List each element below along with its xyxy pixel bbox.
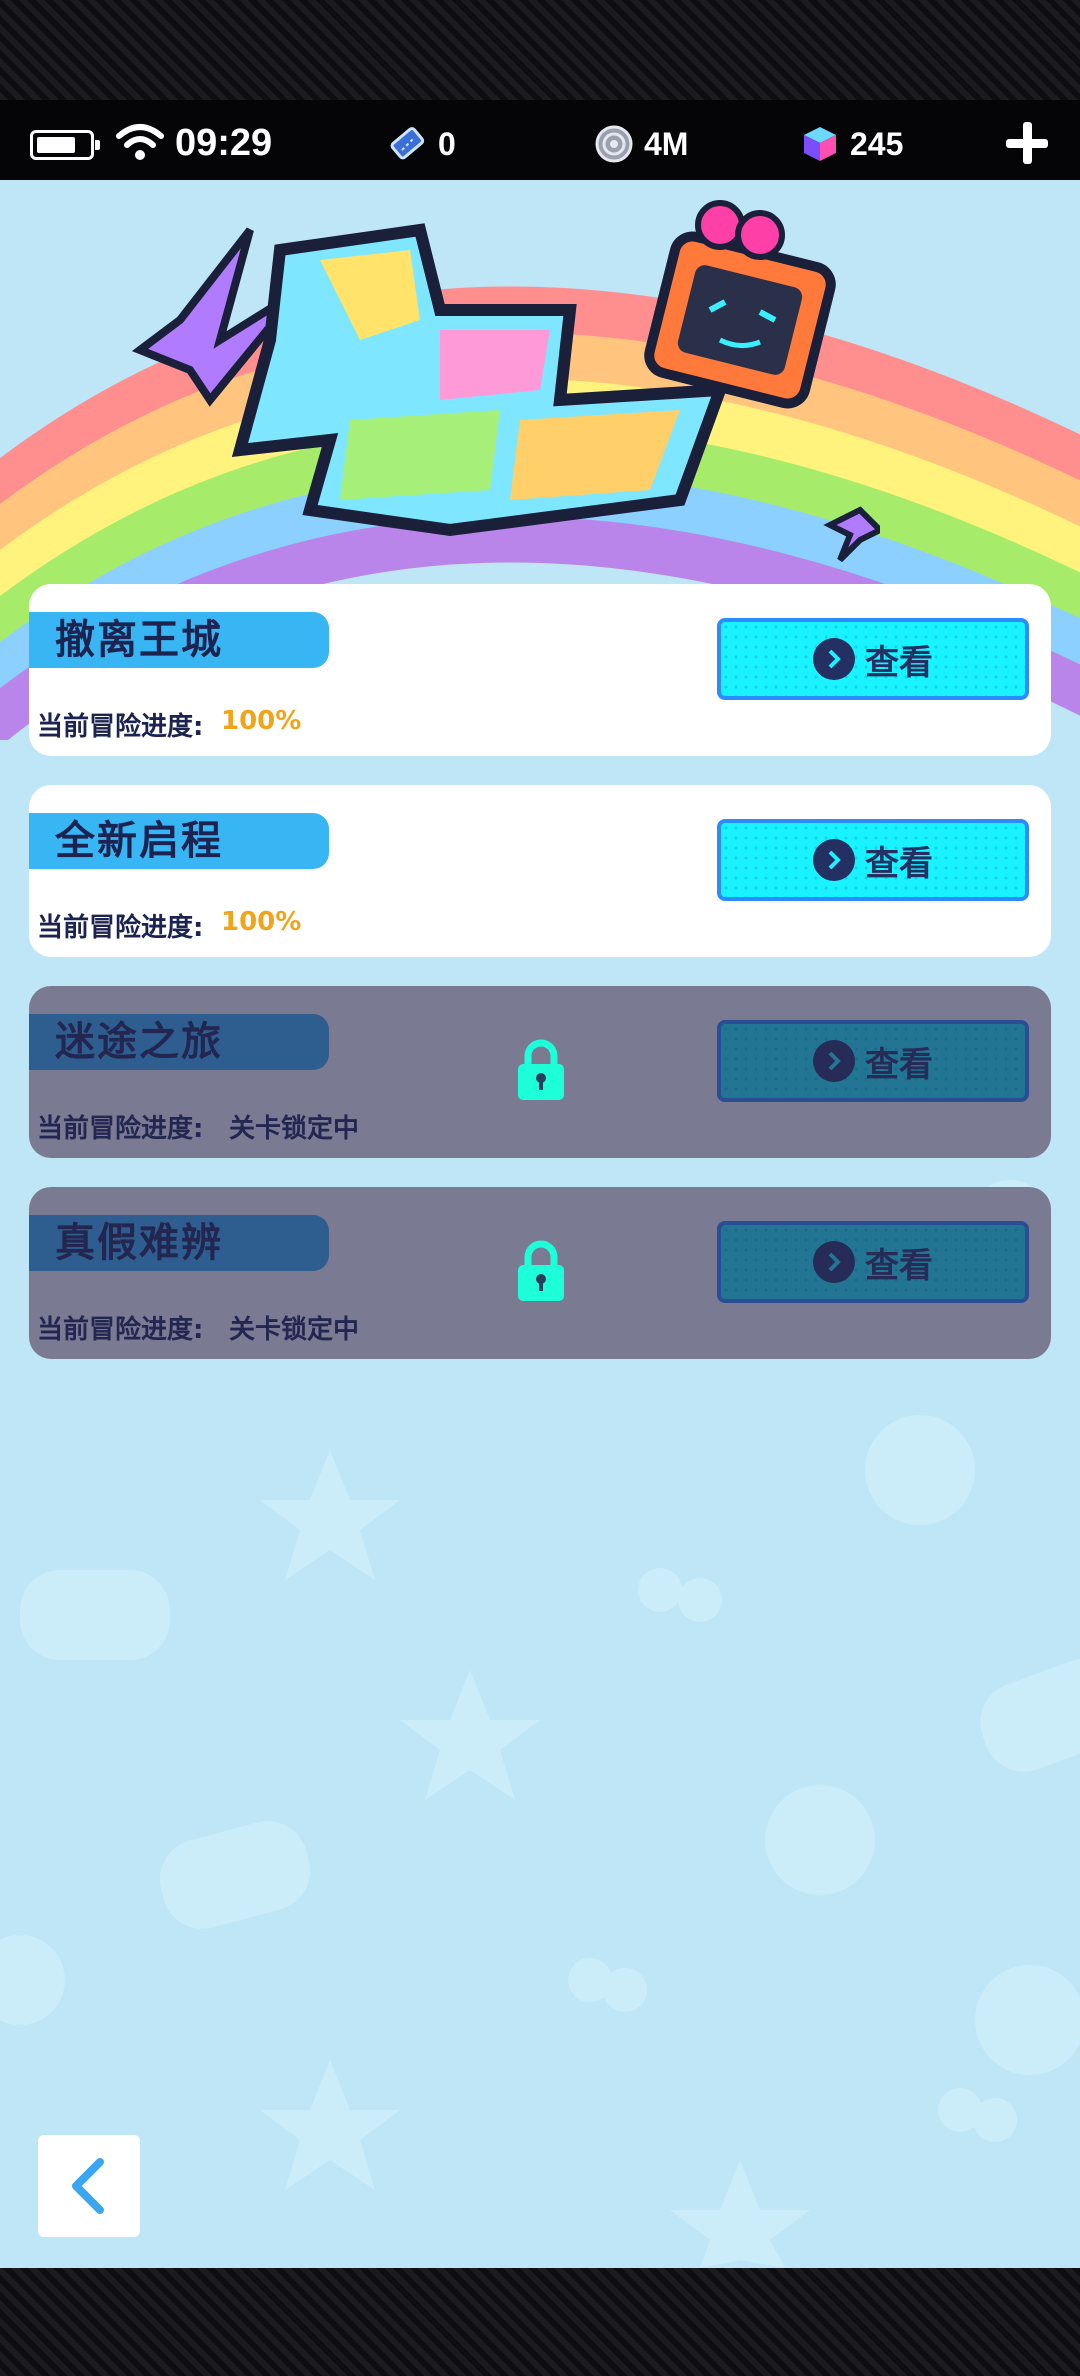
progress-value: 关卡锁定中 bbox=[229, 1315, 360, 1345]
chevron-right-icon bbox=[813, 1040, 855, 1082]
level-title: 全新启程 bbox=[55, 818, 223, 864]
level-card-locked: 迷途之旅 当前冒险进度: 关卡锁定中 查看 bbox=[29, 986, 1051, 1158]
gem-cube-icon bbox=[804, 127, 836, 161]
coin-count: 4M bbox=[644, 125, 689, 162]
ticket-counter[interactable]: 0 bbox=[388, 122, 456, 166]
progress-label: 当前冒险进度: bbox=[37, 1114, 204, 1144]
level-card-locked: 真假难辨 当前冒险进度: 关卡锁定中 查看 bbox=[29, 1187, 1051, 1359]
top-frame bbox=[0, 0, 1080, 100]
clock-time: 09:29 bbox=[175, 122, 273, 164]
view-button-label: 查看 bbox=[865, 1245, 933, 1286]
view-button[interactable]: 查看 bbox=[717, 618, 1029, 700]
ticket-count: 0 bbox=[438, 125, 456, 162]
progress-value: 100% bbox=[221, 706, 302, 736]
level-title: 撤离王城 bbox=[55, 617, 223, 663]
progress-label: 当前冒险进度: bbox=[37, 712, 204, 742]
view-button-label: 查看 bbox=[865, 642, 933, 683]
gem-counter[interactable]: 245 bbox=[800, 122, 903, 166]
battery-icon bbox=[30, 130, 100, 160]
status-bar: 09:29 0 4M 245 bbox=[0, 100, 1080, 180]
lock-icon bbox=[518, 1039, 564, 1100]
progress-label: 当前冒险进度: bbox=[37, 1315, 204, 1345]
ticket-icon bbox=[390, 127, 425, 160]
bottom-frame bbox=[0, 2268, 1080, 2376]
level-title: 真假难辨 bbox=[55, 1220, 223, 1266]
progress-value: 关卡锁定中 bbox=[229, 1114, 360, 1144]
adventure-screen: 撤离王城 当前冒险进度: 100% 查看 全新启程 当前冒险进度: 100% 查… bbox=[0, 180, 1080, 2268]
view-button[interactable]: 查看 bbox=[717, 1020, 1029, 1102]
view-button[interactable]: 查看 bbox=[717, 1221, 1029, 1303]
progress-label: 当前冒险进度: bbox=[37, 913, 204, 943]
coin-icon bbox=[595, 125, 633, 163]
progress-value: 100% bbox=[221, 907, 302, 937]
coin-counter[interactable]: 4M bbox=[594, 122, 688, 166]
chevron-left-icon bbox=[72, 2158, 104, 2214]
gem-count: 245 bbox=[850, 125, 904, 162]
view-button[interactable]: 查看 bbox=[717, 819, 1029, 901]
view-button-label: 查看 bbox=[865, 1044, 933, 1085]
level-title: 迷途之旅 bbox=[55, 1019, 223, 1065]
game-logo bbox=[131, 200, 880, 563]
level-card: 撤离王城 当前冒险进度: 100% 查看 bbox=[29, 584, 1051, 756]
chevron-right-icon bbox=[813, 638, 855, 680]
add-currency-button[interactable] bbox=[1004, 120, 1050, 166]
wifi-icon bbox=[116, 124, 164, 160]
view-button-label: 查看 bbox=[865, 843, 933, 884]
chevron-right-icon bbox=[813, 839, 855, 881]
back-button[interactable] bbox=[38, 2135, 140, 2237]
lock-icon bbox=[518, 1240, 564, 1301]
level-card: 全新启程 当前冒险进度: 100% 查看 bbox=[29, 785, 1051, 957]
chevron-right-icon bbox=[813, 1241, 855, 1283]
